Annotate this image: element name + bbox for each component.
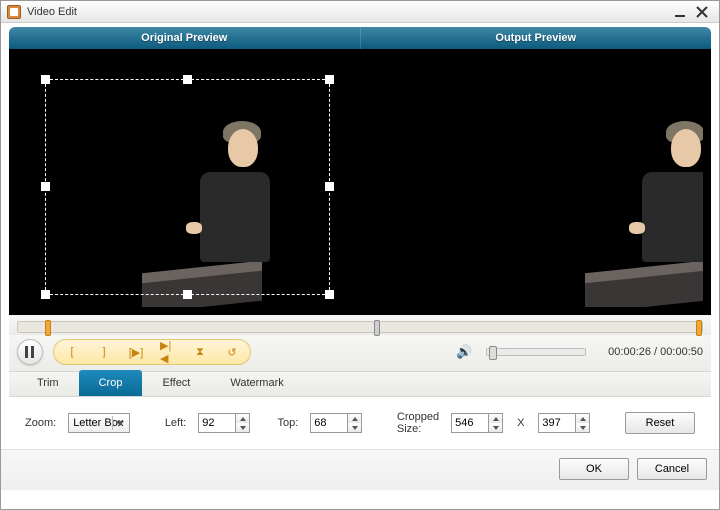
- ok-button[interactable]: OK: [559, 458, 629, 480]
- time-display: 00:00:26 / 00:00:50: [608, 346, 703, 358]
- tab-crop[interactable]: Crop: [79, 370, 143, 396]
- tab-bar: Trim Crop Effect Watermark: [9, 371, 711, 397]
- goto-frame-icon[interactable]: ▶|◀: [160, 344, 176, 360]
- left-label: Left:: [165, 417, 186, 429]
- crop-handle-bottom-left[interactable]: [41, 290, 50, 299]
- spin-down-icon[interactable]: [489, 423, 502, 432]
- top-label: Top:: [278, 417, 299, 429]
- mark-in-icon[interactable]: [: [64, 344, 80, 360]
- mark-out-icon[interactable]: ]: [96, 344, 112, 360]
- volume-icon[interactable]: 🔊: [456, 344, 472, 360]
- cropped-size-label: Cropped Size:: [397, 411, 439, 435]
- spin-up-icon[interactable]: [576, 414, 589, 423]
- seek-playhead[interactable]: [374, 320, 380, 336]
- video-edit-window: Video Edit Original Preview Output Previ…: [0, 0, 720, 510]
- reset-button[interactable]: Reset: [625, 412, 695, 434]
- cancel-button[interactable]: Cancel: [637, 458, 707, 480]
- top-input[interactable]: [310, 413, 348, 433]
- window-title: Video Edit: [27, 6, 669, 18]
- spin-up-icon[interactable]: [489, 414, 502, 423]
- preview-row: [9, 49, 711, 315]
- tab-effect[interactable]: Effect: [142, 370, 210, 396]
- content-area: Original Preview Output Preview: [9, 27, 711, 443]
- time-total: 00:00:50: [660, 346, 703, 358]
- top-spinner[interactable]: [310, 413, 362, 433]
- crop-handle-bottom-right[interactable]: [325, 290, 334, 299]
- spin-down-icon[interactable]: [576, 423, 589, 432]
- crop-height-spinner[interactable]: [538, 413, 590, 433]
- preview-header: Original Preview Output Preview: [9, 27, 711, 49]
- crop-marquee[interactable]: [45, 79, 330, 295]
- crop-width-spinner[interactable]: [451, 413, 503, 433]
- dimension-x-label: X: [517, 417, 524, 429]
- crop-handle-mid-right[interactable]: [325, 182, 334, 191]
- trim-out-handle[interactable]: [696, 320, 702, 336]
- volume-thumb[interactable]: [489, 346, 497, 360]
- spin-down-icon[interactable]: [348, 423, 361, 432]
- output-preview-pane: [365, 59, 703, 307]
- tab-trim[interactable]: Trim: [17, 370, 79, 396]
- original-preview-label: Original Preview: [9, 27, 361, 49]
- crop-handle-top-left[interactable]: [41, 75, 50, 84]
- app-icon: [7, 5, 21, 19]
- chevron-down-icon: [112, 416, 126, 430]
- spin-up-icon[interactable]: [236, 414, 249, 423]
- crop-handle-bottom-mid[interactable]: [183, 290, 192, 299]
- tab-watermark[interactable]: Watermark: [210, 370, 303, 396]
- reset-range-icon[interactable]: ↺: [224, 344, 240, 360]
- spin-down-icon[interactable]: [236, 423, 249, 432]
- output-preview-label: Output Preview: [361, 27, 712, 49]
- play-pause-button[interactable]: [17, 339, 43, 365]
- close-button[interactable]: [691, 4, 713, 20]
- crop-panel: Zoom: Letter Box Left: Top: Cropped Size…: [9, 397, 711, 443]
- spin-up-icon[interactable]: [348, 414, 361, 423]
- seek-row: [9, 315, 711, 335]
- zoom-combo[interactable]: Letter Box: [68, 413, 130, 433]
- snapshot-icon[interactable]: ⧗: [192, 344, 208, 360]
- left-input[interactable]: [198, 413, 236, 433]
- transport-toolbar: [ ] [▶] ▶|◀ ⧗ ↺: [53, 339, 251, 365]
- crop-width-input[interactable]: [451, 413, 489, 433]
- dialog-footer: OK Cancel: [1, 449, 719, 490]
- crop-handle-top-mid[interactable]: [183, 75, 192, 84]
- zoom-label: Zoom:: [25, 417, 56, 429]
- seek-slider[interactable]: [17, 321, 703, 333]
- crop-handle-top-right[interactable]: [325, 75, 334, 84]
- crop-height-input[interactable]: [538, 413, 576, 433]
- titlebar: Video Edit: [1, 1, 719, 23]
- original-preview-pane[interactable]: [17, 59, 355, 307]
- minimize-button[interactable]: [669, 4, 691, 20]
- volume-slider[interactable]: [486, 348, 586, 356]
- crop-handle-mid-left[interactable]: [41, 182, 50, 191]
- transport-row: [ ] [▶] ▶|◀ ⧗ ↺ 🔊 00:00:26 / 00:00:50: [9, 335, 711, 371]
- play-selection-icon[interactable]: [▶]: [128, 344, 144, 360]
- trim-in-handle[interactable]: [45, 320, 51, 336]
- time-current: 00:00:26: [608, 346, 651, 358]
- left-spinner[interactable]: [198, 413, 250, 433]
